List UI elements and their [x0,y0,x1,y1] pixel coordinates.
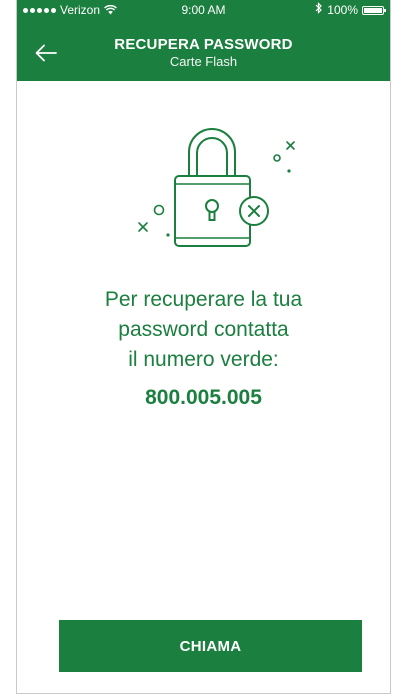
battery-icon [362,5,386,15]
instructions-line-2: password contatta [118,318,289,341]
bluetooth-icon [315,0,323,20]
instructions-line-3: il numero verde: [128,348,279,371]
app-header: Verizon 9:00 AM 100% RECUPERA PASSWORD C… [17,0,390,81]
padlock-illustration [138,128,295,247]
screen: Verizon 9:00 AM 100% RECUPERA PASSWORD C… [16,0,391,694]
header-title-block: RECUPERA PASSWORD Carte Flash [17,36,390,70]
status-bar: Verizon 9:00 AM 100% [17,0,390,20]
call-button-label: CHIAMA [179,637,242,655]
page-title: RECUPERA PASSWORD [114,36,293,53]
padlock-shackle [188,128,236,178]
page-subtitle: Carte Flash [169,54,238,69]
status-right: 100% [315,0,386,20]
instructions-line-1: Per recuperare la tua [104,288,303,311]
instructions-text: Per recuperare la tua password contatta … [37,285,370,375]
battery-percent: 100% [327,3,358,17]
call-button[interactable]: CHIAMA [59,620,362,672]
x-circle-icon [239,196,269,226]
toll-free-number: 800.005.005 [145,386,262,409]
